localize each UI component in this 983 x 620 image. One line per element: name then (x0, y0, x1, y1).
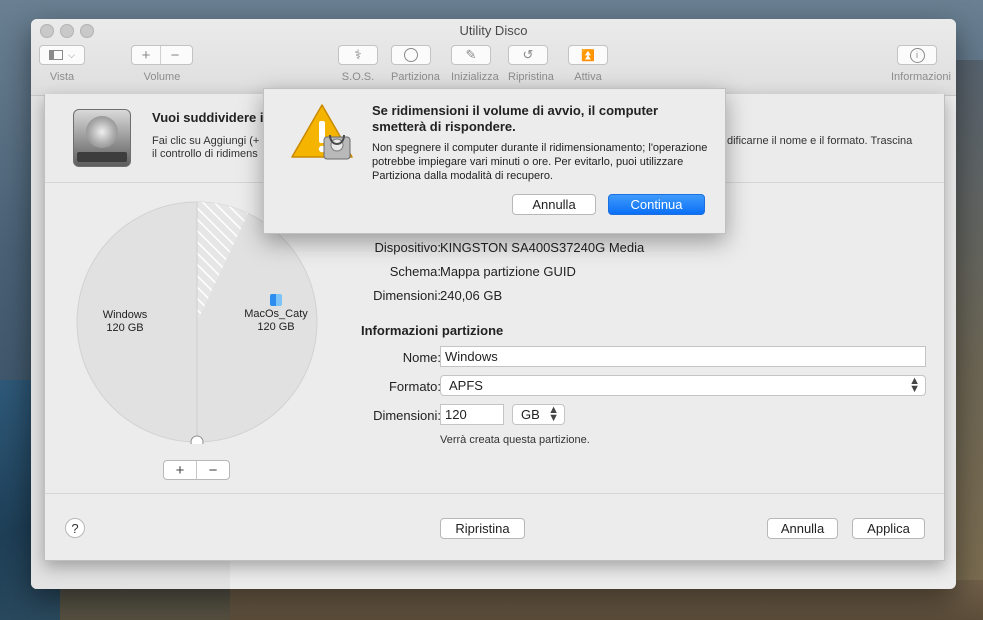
remove-volume-button[interactable]: − (160, 46, 189, 64)
partition-size-windows: 120 GB (106, 322, 144, 334)
informazioni-button[interactable]: i (897, 45, 937, 65)
warning-alert-dialog: Se ridimensioni il volume di avvio, il c… (263, 88, 726, 234)
partition-size-label: Dimensioni: (373, 408, 441, 423)
partition-pie-chart[interactable]: Windows 120 GB MacOs_Caty 120 GB (75, 200, 319, 449)
attiva-button[interactable]: ⏫ (568, 45, 608, 65)
toolbar-sos[interactable]: ⚕ S.O.S. (338, 45, 378, 83)
add-partition-button[interactable]: + (164, 461, 196, 479)
footer-divider (45, 493, 944, 494)
ripristina-button[interactable]: Ripristina (440, 518, 525, 539)
size-value: 240,06 GB (440, 288, 503, 303)
vista-label: Vista (49, 71, 75, 83)
inizializza-label: Inizializza (451, 71, 499, 83)
partiziona-label: Partiziona (391, 71, 440, 83)
toolbar-attiva[interactable]: ⏫ Attiva (568, 45, 608, 83)
inizializza-button[interactable]: ✎ (451, 45, 491, 65)
sos-label: S.O.S. (341, 71, 375, 83)
partiziona-button[interactable] (391, 45, 431, 65)
partition-add-remove[interactable]: + − (163, 460, 230, 480)
pie-label-windows: Windows 120 GB (93, 309, 157, 335)
volume-segmented-control[interactable]: + − (131, 45, 193, 65)
sos-button[interactable]: ⚕ (338, 45, 378, 65)
resize-handle[interactable] (190, 435, 204, 449)
attiva-label: Attiva (574, 71, 602, 83)
device-value: KINGSTON SA400S37240G Media (440, 240, 645, 255)
partition-name-field[interactable]: Windows (440, 346, 926, 367)
annulla-button[interactable]: Annulla (767, 518, 838, 539)
vista-button[interactable]: ⌵ (39, 45, 85, 65)
name-label: Nome: (402, 350, 441, 365)
toolbar-ripristina[interactable]: ↺ Ripristina (508, 45, 554, 83)
schema-value: Mappa partizione GUID (440, 264, 576, 279)
format-select[interactable]: APFS ▲ ▼ (440, 375, 926, 396)
up-down-chevron-icon: ▲ ▼ (909, 375, 920, 395)
info-icon: i (909, 47, 925, 63)
volume-label: Volume (143, 71, 181, 83)
toolbar-partiziona[interactable]: Partiziona (391, 45, 440, 83)
sheet-description-tail: dificarne il nome e il formato. Trascina (727, 135, 913, 147)
size-unit-select[interactable]: GB ▲ ▼ (512, 404, 565, 425)
format-select-value: APFS (449, 378, 483, 393)
erase-pencil-icon: ✎ (465, 47, 477, 62)
sheet-title: Vuoi suddividere i (152, 110, 264, 125)
mount-icon: ⏫ (581, 49, 595, 62)
toolbar-inizializza[interactable]: ✎ Inizializza (451, 45, 499, 83)
partition-name-windows: Windows (102, 309, 148, 321)
sheet-description-line2: il controllo di ridimens (152, 148, 258, 160)
informazioni-label: Informazioni (891, 71, 951, 83)
alert-title: Se ridimensioni il volume di avvio, il c… (372, 103, 659, 134)
partition-size-macos: 120 GB (257, 321, 295, 333)
title-bar: Utility Disco ⌵ Vista + − Volume ⚕ S.O.S… (31, 19, 956, 96)
warning-icon (291, 104, 353, 160)
format-label: Formato: (388, 379, 441, 394)
partition-size-field[interactable]: 120 (440, 404, 504, 425)
size-label: Dimensioni: (373, 288, 441, 303)
ripristina-toolbar-button[interactable]: ↺ (508, 45, 548, 65)
restore-arrow-icon: ↺ (522, 47, 534, 62)
chevron-down-icon: ⌵ (68, 49, 75, 60)
add-volume-button[interactable]: + (132, 46, 160, 64)
partition-name-macos: MacOs_Caty (244, 308, 308, 320)
stethoscope-icon: ⚕ (354, 47, 362, 62)
sidebar-icon (49, 50, 64, 60)
applica-button[interactable]: Applica (852, 518, 925, 539)
finder-icon (270, 294, 282, 306)
alert-continue-button[interactable]: Continua (608, 194, 705, 215)
toolbar-informazioni[interactable]: i Informazioni (891, 45, 951, 83)
toolbar-vista[interactable]: ⌵ Vista (39, 45, 85, 83)
help-button[interactable]: ? (65, 518, 85, 538)
pie-label-macos: MacOs_Caty 120 GB (240, 294, 312, 334)
up-down-chevron-icon: ▲ ▼ (548, 404, 559, 424)
window-title: Utility Disco (459, 23, 528, 38)
schema-label: Schema: (389, 264, 441, 279)
partition-note: Verrà creata questa partizione. (440, 434, 590, 446)
pie-partition-icon (404, 48, 418, 62)
hard-drive-icon (73, 109, 131, 167)
size-unit-value: GB (521, 407, 540, 422)
alert-cancel-button[interactable]: Annulla (512, 194, 596, 215)
device-label: Dispositivo: (374, 240, 441, 255)
toolbar-volume[interactable]: + − Volume (131, 45, 193, 83)
partition-info-title: Informazioni partizione (361, 323, 504, 338)
alert-message: Non spegnere il computer durante il ridi… (372, 142, 708, 182)
ripristina-toolbar-label: Ripristina (508, 71, 554, 83)
remove-partition-button[interactable]: − (196, 461, 229, 479)
